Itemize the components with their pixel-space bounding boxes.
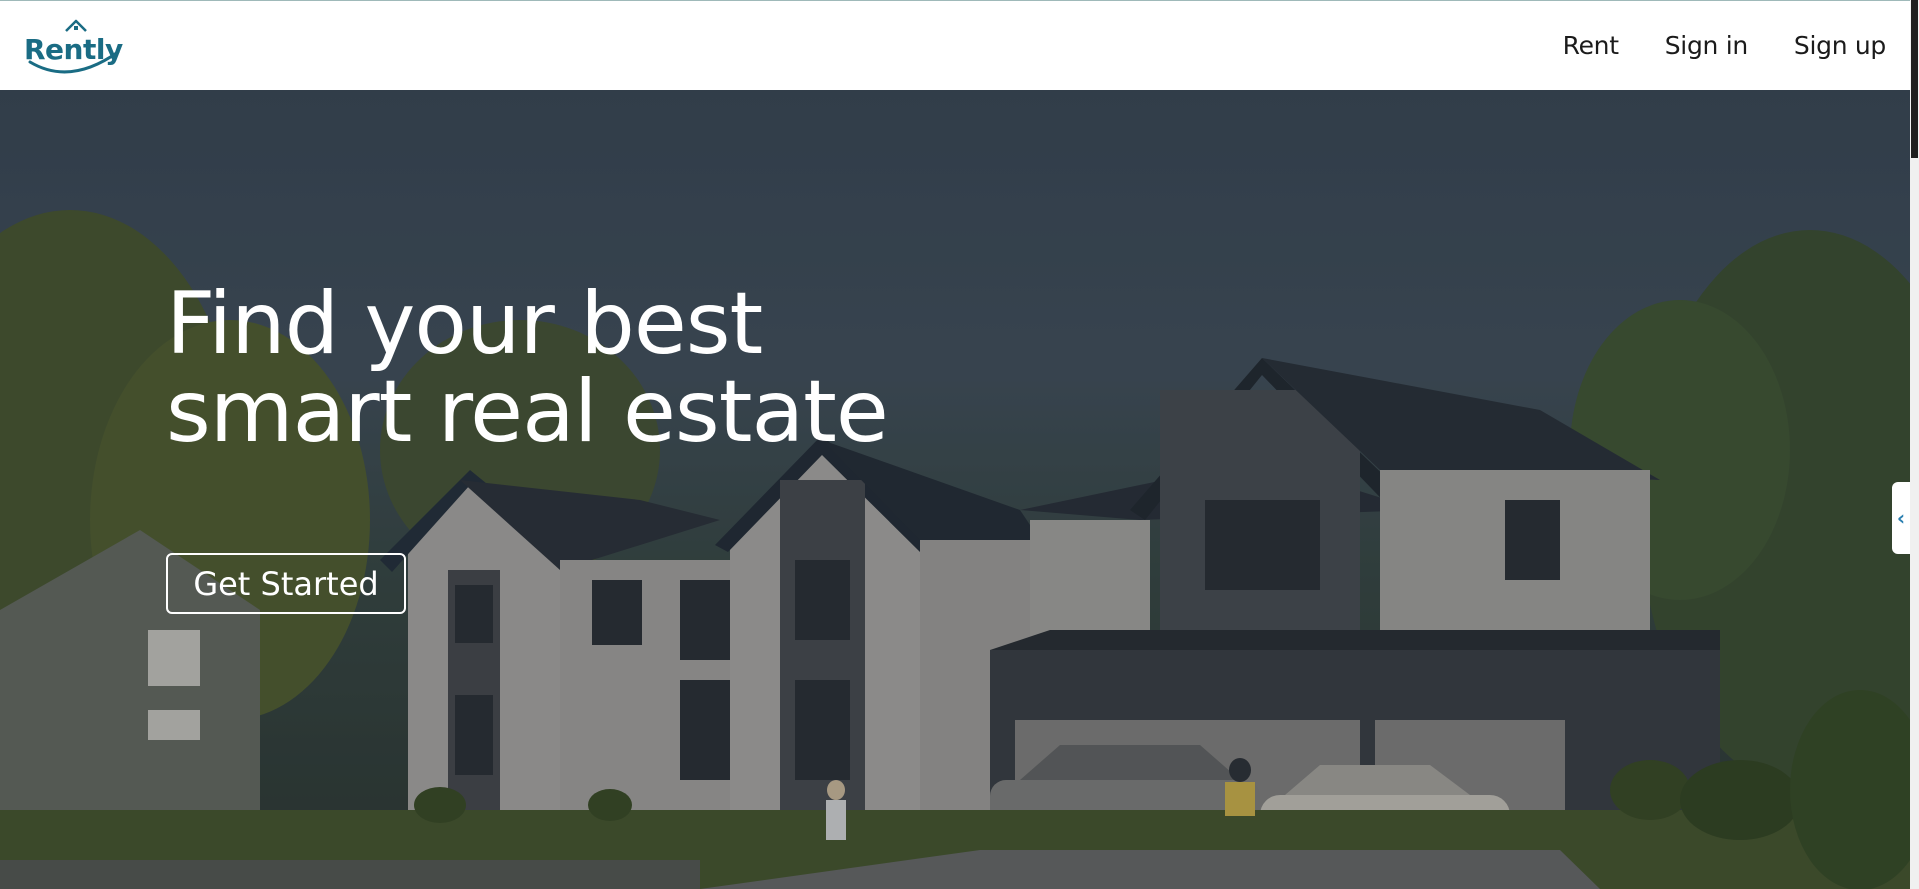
scrollbar-thumb[interactable] [1911, 0, 1918, 158]
nav-link-rent[interactable]: Rent [1563, 31, 1619, 60]
chevron-left-icon: ‹ [1896, 506, 1906, 530]
hero-title-line-1: Find your best [166, 274, 763, 374]
logo-swoosh-icon [28, 50, 120, 73]
top-navigation-bar: Rently Rent Sign in Sign up [0, 0, 1910, 90]
hero-title: Find your best smart real estate [166, 274, 889, 462]
rently-logo[interactable]: Rently [24, 16, 124, 76]
get-started-button[interactable]: Get Started [166, 553, 406, 614]
nav-link-sign-in[interactable]: Sign in [1665, 31, 1748, 60]
main-nav: Rent Sign in Sign up [1563, 31, 1887, 60]
house-roof-icon [65, 19, 87, 32]
hero-title-line-2: smart real estate [166, 362, 889, 462]
side-panel-toggle[interactable]: ‹ [1892, 482, 1910, 554]
hero-section: Find your best smart real estate Get Sta… [0, 90, 1910, 889]
hero-darken-overlay [0, 90, 1910, 889]
nav-link-sign-up[interactable]: Sign up [1794, 31, 1886, 60]
